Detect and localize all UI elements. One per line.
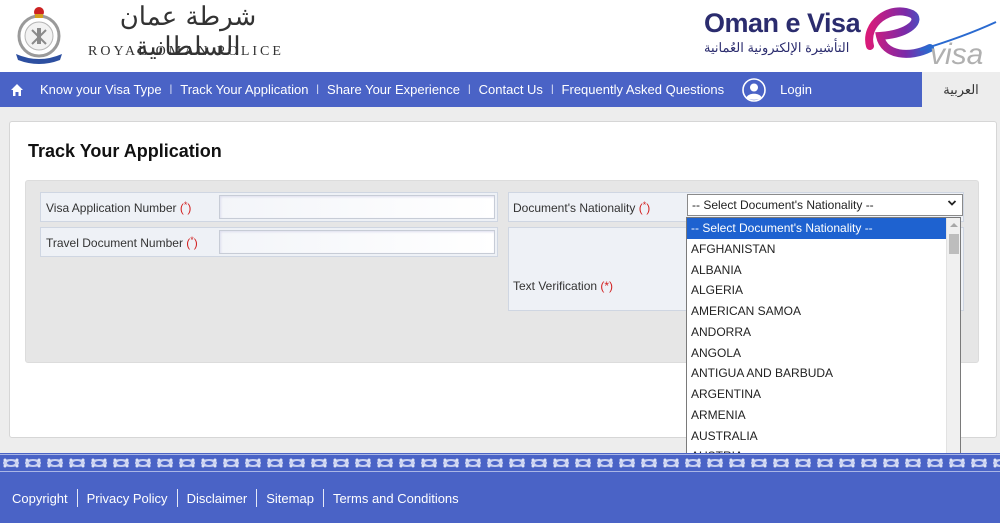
footer-separator [256, 489, 258, 507]
required-marker: (*) [638, 200, 651, 215]
nav-separator: | [316, 84, 320, 95]
footer-separator [322, 489, 324, 507]
label-text: Visa Application Number [46, 201, 177, 215]
royal-oman-police-emblem-icon [16, 7, 62, 64]
visa-application-number-input[interactable] [219, 195, 495, 219]
evisa-title: Oman e Visa [704, 8, 861, 38]
dropdown-option[interactable]: ANDORRA [687, 322, 960, 343]
footer-link-disclaimer[interactable]: Disclaimer [187, 491, 248, 506]
nav-separator: | [468, 84, 471, 95]
page-title: Track Your Application [28, 141, 222, 161]
home-icon[interactable] [10, 83, 24, 97]
nav-item-track-application[interactable]: Track Your Application [180, 82, 308, 97]
dropdown-option[interactable]: ARGENTINA [687, 384, 960, 405]
dropdown-option[interactable]: ANGOLA [687, 343, 960, 364]
site-header: شرطة عمان السلطانية ROYAL OMAN POLICE Om… [0, 0, 1000, 72]
required-marker: (*) [186, 235, 198, 250]
login-link[interactable]: Login [742, 77, 812, 102]
text-verification-label: Text Verification (*) [513, 279, 613, 293]
nationality-selected-value: -- Select Document's Nationality -- [692, 198, 874, 212]
nav-item-know-visa-type[interactable]: Know your Visa Type [40, 82, 162, 97]
travel-document-number-label: Travel Document Number (*) [46, 234, 198, 250]
page-bottom-strip [0, 523, 1000, 530]
scrollbar-thumb[interactable] [949, 234, 959, 254]
svg-text:visa: visa [930, 38, 983, 68]
scroll-up-arrow-icon[interactable] [950, 223, 958, 227]
nationality-select[interactable]: -- Select Document's Nationality -- [687, 194, 963, 216]
rop-english-name: ROYAL OMAN POLICE [88, 44, 284, 59]
language-switch-arabic[interactable]: العربية [922, 72, 1000, 107]
footer-separator [176, 489, 178, 507]
footer-link-sitemap[interactable]: Sitemap [266, 491, 314, 506]
dropdown-option[interactable]: ALBANIA [687, 260, 960, 281]
dropdown-option[interactable]: AMERICAN SAMOA [687, 301, 960, 322]
travel-document-number-input[interactable] [219, 230, 495, 254]
dropdown-option[interactable]: AUSTRALIA [687, 426, 960, 447]
nationality-label: Document's Nationality (*) [513, 199, 650, 215]
nav-separator: | [169, 84, 173, 95]
nav-separator: | [550, 84, 554, 95]
required-marker: (*) [600, 279, 614, 293]
evisa-subtitle: التأشيرة الإلكترونية العُمانية [704, 40, 850, 55]
nav-item-faq[interactable]: Frequently Asked Questions [562, 82, 725, 97]
label-text: Document's Nationality [513, 201, 636, 215]
footer-link-copyright[interactable]: Copyright [12, 491, 68, 506]
required-marker: (*) [179, 200, 192, 215]
chevron-down-icon [947, 200, 957, 206]
visa-application-number-label: Visa Application Number (*) [46, 199, 191, 215]
decorative-pattern-band [0, 453, 1000, 473]
evisa-logo-icon: visa [865, 7, 997, 68]
footer-separator [76, 489, 78, 507]
site-footer: Copyright Privacy Policy Disclaimer Site… [0, 473, 1000, 523]
user-avatar-icon [742, 77, 766, 102]
dropdown-option[interactable]: ALGERIA [687, 280, 960, 301]
label-text: Text Verification [513, 279, 598, 293]
dropdown-option[interactable]: AFGHANISTAN [687, 239, 960, 260]
footer-link-privacy-policy[interactable]: Privacy Policy [87, 491, 168, 506]
dropdown-option[interactable]: ARMENIA [687, 405, 960, 426]
nav-item-share-experience[interactable]: Share Your Experience [327, 82, 460, 97]
footer-link-terms[interactable]: Terms and Conditions [333, 491, 459, 506]
dropdown-option[interactable]: ANTIGUA AND BARBUDA [687, 363, 960, 384]
dropdown-option[interactable]: -- Select Document's Nationality -- [687, 218, 960, 239]
login-label[interactable]: Login [780, 82, 812, 97]
nav-item-contact-us[interactable]: Contact Us [479, 82, 543, 97]
main-nav: Know your Visa Type | Track Your Applica… [0, 72, 922, 107]
label-text: Travel Document Number [46, 236, 183, 250]
